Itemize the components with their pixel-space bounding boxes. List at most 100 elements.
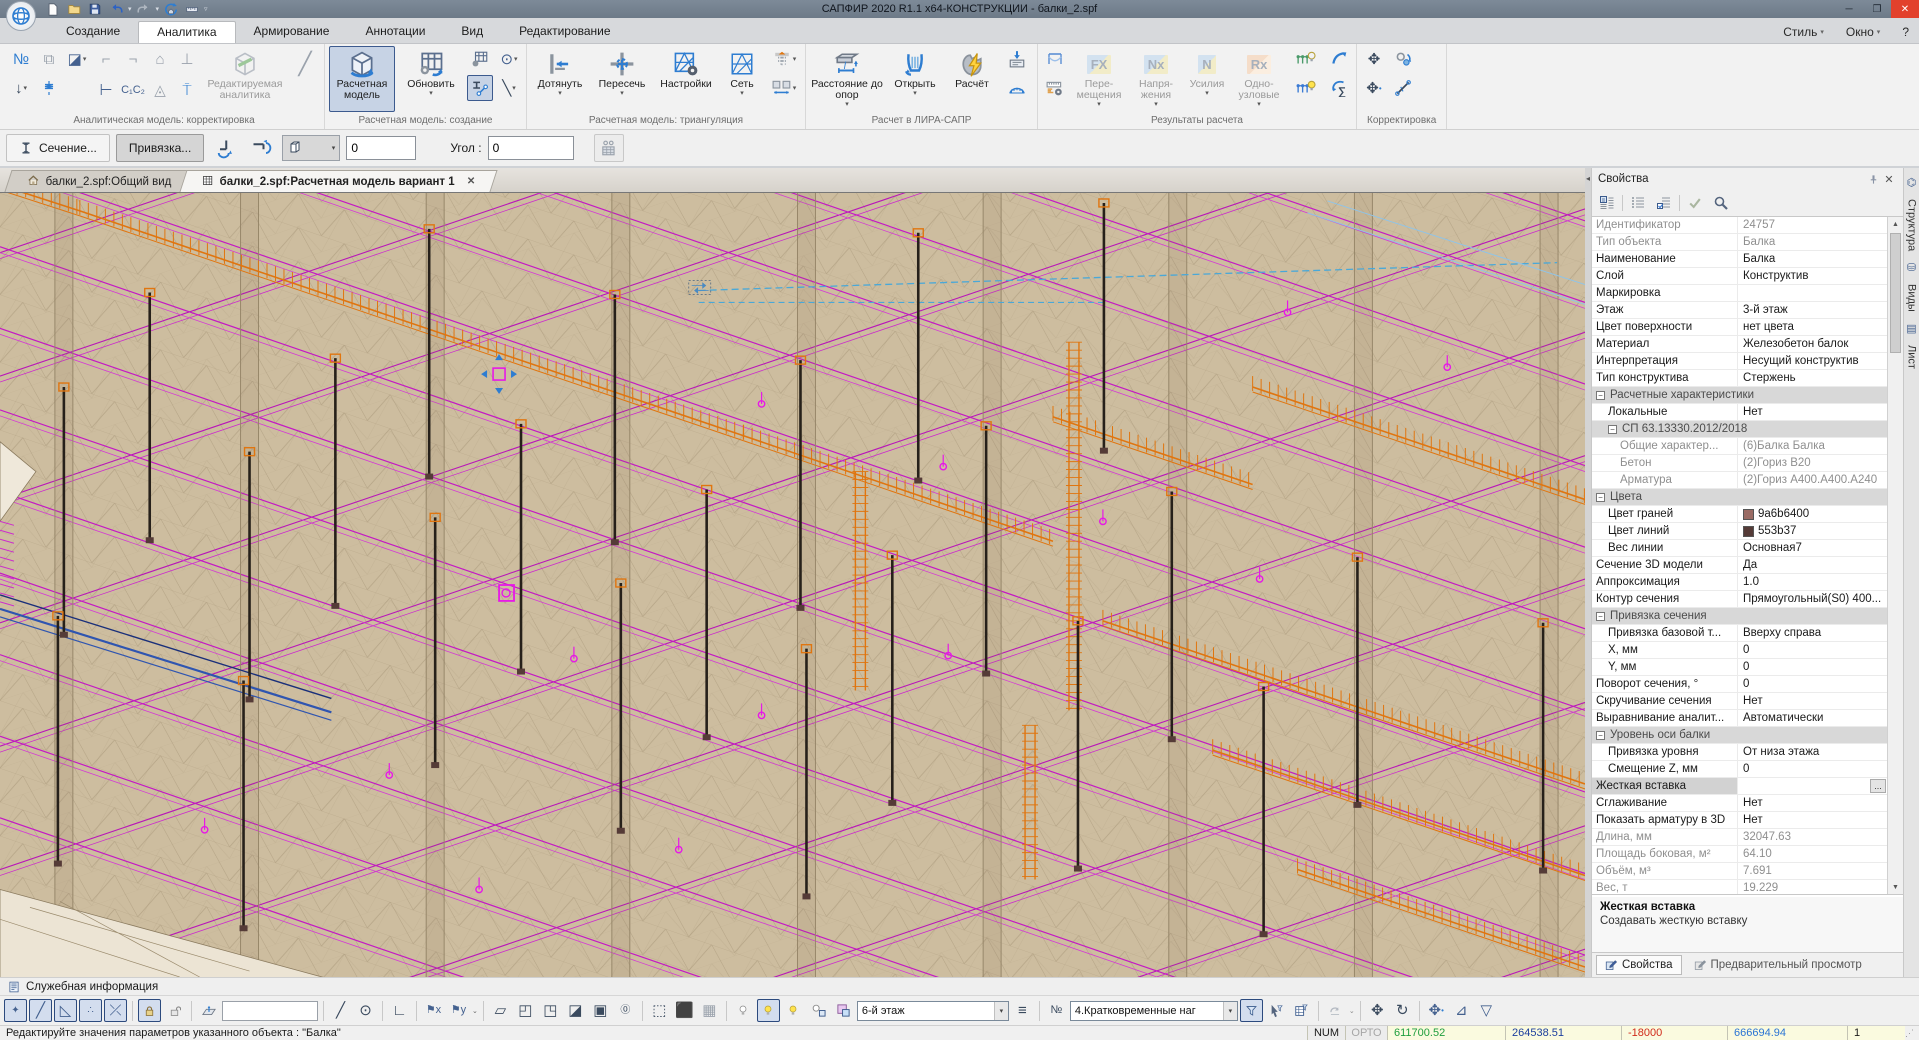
save-icon[interactable] xyxy=(86,1,104,17)
menu-window[interactable]: Окно▾ xyxy=(1846,25,1880,39)
support-pin-corner-button[interactable]: ¬ xyxy=(120,46,146,72)
visibility-object-button[interactable] xyxy=(807,999,830,1022)
sum-results-button[interactable]: ∑ xyxy=(1326,75,1352,101)
measure-angle2-button[interactable]: ▽ xyxy=(1475,999,1498,1022)
snap-points-button[interactable]: ∴ xyxy=(79,999,102,1022)
property-group-row[interactable]: −Уровень оси балки xyxy=(1592,727,1887,744)
apply-check-icon[interactable] xyxy=(1684,193,1706,213)
apply-view-button[interactable] xyxy=(1324,999,1347,1022)
snap-node-button[interactable]: ✦ xyxy=(4,999,27,1022)
single-node-button[interactable]: Rx Одно-узловые ▾ xyxy=(1232,46,1286,112)
property-row[interactable]: Общие характер...(6)Балка Балка xyxy=(1592,438,1887,455)
num-toggle[interactable]: NUM xyxy=(1307,1026,1345,1040)
side-tab-views[interactable]: Виды xyxy=(1906,284,1918,312)
property-row[interactable]: Выравнивание аналит...Автоматически xyxy=(1592,710,1887,727)
property-row[interactable]: Идентификатор24757 xyxy=(1592,217,1887,234)
move-vertex-button[interactable]: ✥• xyxy=(1425,999,1448,1022)
property-row[interactable]: ЛокальныеНет xyxy=(1592,404,1887,421)
filter-button[interactable] xyxy=(1240,999,1263,1022)
property-row[interactable]: Маркировка xyxy=(1592,285,1887,302)
workplane-button[interactable] xyxy=(197,999,220,1022)
property-row[interactable]: СглаживаниеНет xyxy=(1592,795,1887,812)
display-wire-button[interactable]: ⬚ xyxy=(648,999,671,1022)
collapse-toggle-icon[interactable]: − xyxy=(1596,731,1605,740)
diagonal-line-button[interactable]: ╱ xyxy=(290,46,320,112)
intersect-button[interactable]: Пересечь ▾ xyxy=(592,46,652,112)
modified-only-button[interactable] xyxy=(1653,193,1675,213)
section-shape-combo[interactable]: ▾ xyxy=(282,135,340,161)
distance-to-supports-button[interactable]: l Расстояние до опор ▾ xyxy=(810,46,884,112)
tab-properties[interactable]: Свойства xyxy=(1596,955,1682,975)
open-in-lira-button[interactable]: Открыть ▾ xyxy=(887,46,943,112)
table-filter-button[interactable] xyxy=(1290,999,1313,1022)
menu-tab-4[interactable]: Аннотации xyxy=(347,21,443,43)
property-row[interactable]: СлойКонструктив xyxy=(1592,268,1887,285)
qa-more-icon[interactable]: ▿ xyxy=(204,5,208,13)
property-row[interactable]: Тип конструктиваСтержень xyxy=(1592,370,1887,387)
show-results-nodes-button[interactable] xyxy=(1289,46,1323,72)
measure-icon[interactable] xyxy=(183,1,201,17)
update-fragment-button[interactable] xyxy=(467,46,493,72)
properties-scrollbar[interactable]: ▲ ▼ xyxy=(1887,217,1903,894)
move-node-button[interactable]: ✥ xyxy=(1361,46,1387,72)
property-row[interactable]: Вес, т19.229 xyxy=(1592,880,1887,894)
floor-list-button[interactable]: ≡ xyxy=(1011,999,1034,1022)
property-row[interactable]: МатериалЖелезобетон балок xyxy=(1592,336,1887,353)
viewport-3d[interactable] xyxy=(0,192,1585,977)
property-row[interactable]: Жесткая вставка... xyxy=(1592,778,1887,795)
service-info-label[interactable]: Служебная информация xyxy=(26,981,158,993)
punch-load-button[interactable]: ▾ xyxy=(767,46,801,72)
property-row[interactable]: Смещение Z, мм0 xyxy=(1592,761,1887,778)
app-logo-icon[interactable] xyxy=(6,1,36,31)
hook-right-button[interactable] xyxy=(246,134,276,162)
stresses-button[interactable]: Nx Напря-жения ▾ xyxy=(1130,46,1182,112)
new-file-icon[interactable] xyxy=(44,1,62,17)
snap-intersection-button[interactable]: ⤫ xyxy=(104,999,127,1022)
lock-workplane-button[interactable] xyxy=(138,999,161,1022)
forces-button[interactable]: N Усилия ▾ xyxy=(1185,46,1229,112)
snap-button[interactable]: Привязка... xyxy=(116,134,204,162)
angle-input[interactable] xyxy=(488,136,574,160)
axis-x-button[interactable]: ⚑x xyxy=(422,999,445,1022)
side-tab-structure[interactable]: Структура xyxy=(1906,199,1918,251)
triangulation-settings-button[interactable]: Настройки xyxy=(655,46,717,112)
visibility-off-button[interactable] xyxy=(732,999,755,1022)
deformation-view-button[interactable] xyxy=(1042,46,1068,72)
collapse-arrow-icon[interactable]: ◂ xyxy=(1586,174,1590,183)
property-row[interactable]: Вес линииОсновная7 xyxy=(1592,540,1887,557)
object-colors-button[interactable] xyxy=(832,999,855,1022)
run-calc-button[interactable]: Расчёт xyxy=(946,46,998,112)
menu-tab-3[interactable]: Армирование xyxy=(236,21,348,43)
rigidity-c1c2-button[interactable]: C₁C₂ xyxy=(120,77,146,103)
redo-icon[interactable] xyxy=(135,1,153,17)
calc-model-button[interactable]: Расчетная модель xyxy=(329,46,395,112)
property-row[interactable]: Цвет поверхностинет цвета xyxy=(1592,319,1887,336)
display-shaded-button[interactable]: ⬛ xyxy=(673,999,696,1022)
menu-tab-5[interactable]: Вид xyxy=(443,21,501,43)
bridge-mode-button[interactable] xyxy=(1001,75,1033,101)
property-row[interactable]: X, мм0 xyxy=(1592,642,1887,659)
measure-angle-button[interactable]: ⊿ xyxy=(1450,999,1473,1022)
minimize-button[interactable]: ─ xyxy=(1835,0,1863,18)
property-group-row[interactable]: −Цвета xyxy=(1592,489,1887,506)
property-row[interactable]: Этаж3-й этаж xyxy=(1592,302,1887,319)
scroll-up-icon[interactable]: ▲ xyxy=(1892,217,1899,231)
workplane-name-input[interactable] xyxy=(222,1001,318,1021)
floor-select[interactable]: 6-й этаж ▾ xyxy=(857,1001,1009,1021)
align-plates-button[interactable]: ▾ xyxy=(767,75,801,101)
spring-support-button[interactable] xyxy=(36,75,62,101)
replace-nodes-button[interactable] xyxy=(1390,46,1416,72)
maximize-button[interactable]: ❐ xyxy=(1863,0,1891,18)
property-row[interactable]: Цвет линий553b37 xyxy=(1592,523,1887,540)
support-pin-top-button[interactable]: ⌐ xyxy=(93,46,119,72)
node-tool-button[interactable]: ⊙▾ xyxy=(496,46,522,72)
tab-preview[interactable]: Предварительный просмотр xyxy=(1686,955,1870,975)
array-params-button[interactable] xyxy=(594,134,624,162)
property-row[interactable]: Поворот сечения, °0 xyxy=(1592,676,1887,693)
editable-analytics-button[interactable]: Редактируемая аналитика xyxy=(203,46,287,112)
section-edit-button[interactable]: ◪▾ xyxy=(64,46,90,72)
snap-edge-button[interactable]: ╱ xyxy=(29,999,52,1022)
menu-tab-6[interactable]: Редактирование xyxy=(501,21,628,43)
convert-to-rod-button[interactable] xyxy=(467,75,493,101)
property-row[interactable]: Показать арматуру в 3DНет xyxy=(1592,812,1887,829)
